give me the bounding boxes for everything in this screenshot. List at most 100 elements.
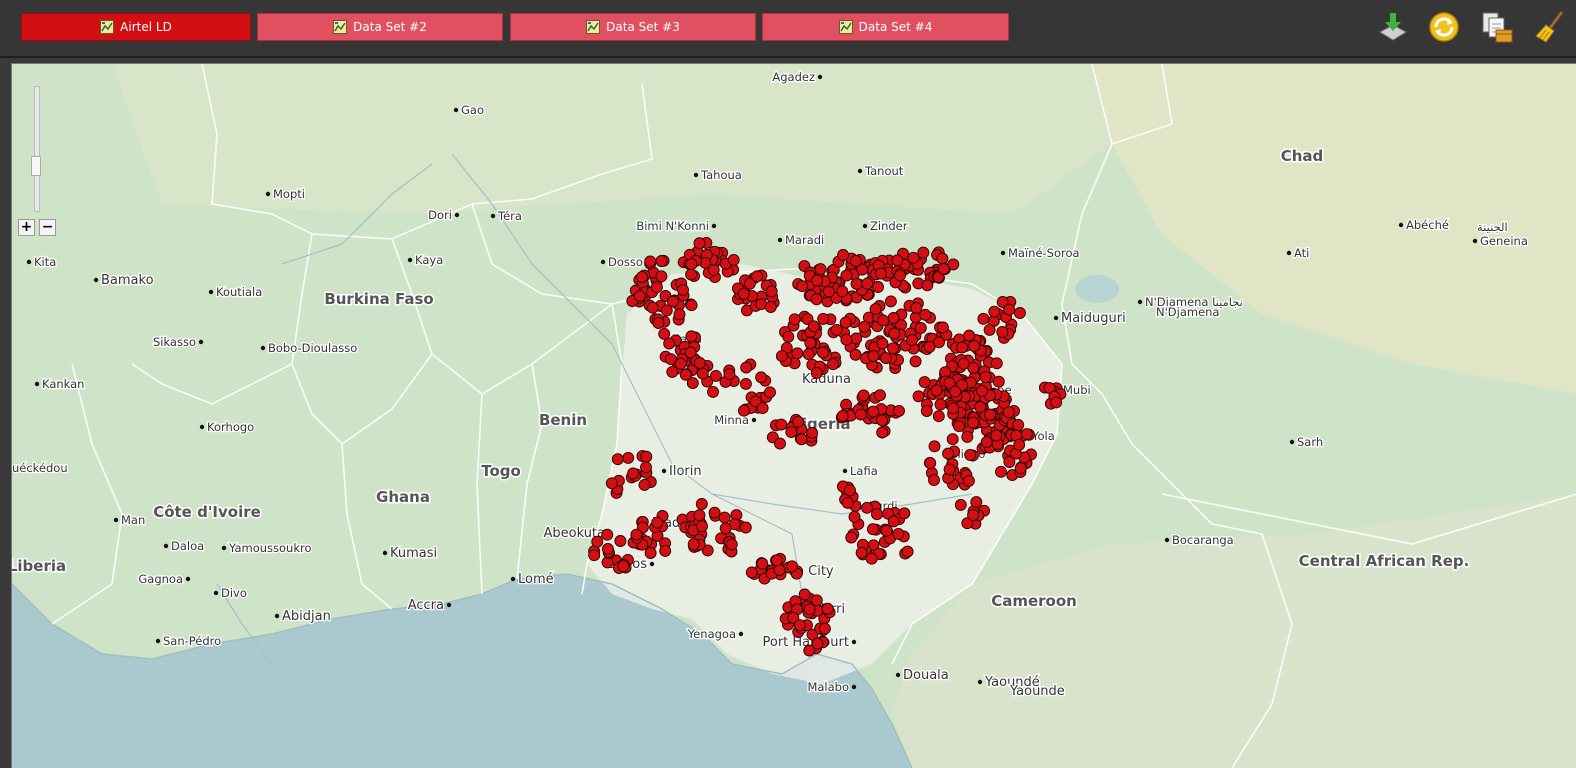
site-marker[interactable]: [861, 501, 873, 514]
site-marker[interactable]: [898, 507, 911, 520]
site-marker[interactable]: [975, 384, 988, 397]
site-marker[interactable]: [920, 405, 933, 417]
site-marker[interactable]: [655, 255, 668, 267]
site-marker[interactable]: [912, 390, 925, 403]
site-marker[interactable]: [861, 277, 874, 290]
report-icon[interactable]: [1480, 10, 1514, 44]
site-marker[interactable]: [773, 564, 786, 577]
site-marker[interactable]: [1003, 303, 1016, 316]
site-marker[interactable]: [893, 404, 905, 417]
site-marker[interactable]: [934, 398, 947, 411]
map-view[interactable]: Chad Burkina Faso Benin Togo Ghana Côte d'Ivo…: [11, 63, 1576, 768]
site-marker[interactable]: [980, 436, 993, 449]
site-marker[interactable]: [718, 511, 731, 524]
tab-data-set-4[interactable]: Data Set #4: [762, 13, 1009, 41]
site-marker[interactable]: [807, 320, 820, 333]
site-marker[interactable]: [836, 410, 849, 423]
zoom-out-button[interactable]: −: [39, 219, 56, 236]
site-marker[interactable]: [892, 527, 905, 540]
site-marker[interactable]: [751, 270, 764, 283]
site-marker[interactable]: [822, 285, 835, 298]
site-marker[interactable]: [764, 301, 777, 313]
site-marker[interactable]: [638, 478, 651, 491]
site-marker[interactable]: [953, 420, 965, 433]
site-marker[interactable]: [830, 323, 843, 336]
site-marker[interactable]: [877, 314, 890, 327]
site-marker[interactable]: [869, 303, 882, 316]
site-marker[interactable]: [1012, 419, 1025, 431]
site-marker[interactable]: [725, 538, 738, 551]
site-marker[interactable]: [685, 268, 698, 281]
site-marker[interactable]: [841, 496, 854, 509]
site-marker[interactable]: [954, 498, 967, 511]
site-marker[interactable]: [745, 566, 758, 579]
tab-airtel-ld[interactable]: Airtel LD: [21, 13, 251, 41]
site-marker[interactable]: [844, 484, 856, 497]
site-marker[interactable]: [1003, 456, 1016, 468]
site-marker[interactable]: [921, 279, 934, 292]
site-marker[interactable]: [644, 255, 657, 268]
site-marker[interactable]: [795, 433, 808, 446]
site-marker[interactable]: [685, 330, 698, 343]
broom-icon[interactable]: [1532, 10, 1566, 44]
site-marker[interactable]: [836, 285, 849, 298]
site-marker[interactable]: [658, 327, 671, 340]
site-marker[interactable]: [992, 375, 1005, 388]
site-marker[interactable]: [622, 451, 635, 464]
site-marker[interactable]: [874, 389, 886, 402]
site-marker[interactable]: [651, 516, 664, 529]
site-marker[interactable]: [857, 389, 870, 402]
site-marker[interactable]: [918, 376, 931, 389]
site-marker[interactable]: [964, 448, 977, 461]
site-marker[interactable]: [1050, 396, 1063, 409]
zoom-slider-handle[interactable]: [31, 156, 41, 176]
site-marker[interactable]: [984, 408, 997, 421]
site-marker[interactable]: [937, 263, 950, 275]
site-marker[interactable]: [880, 524, 893, 537]
site-marker[interactable]: [924, 457, 937, 470]
site-marker[interactable]: [693, 357, 706, 369]
site-marker[interactable]: [806, 426, 819, 439]
site-marker[interactable]: [696, 367, 709, 380]
site-marker[interactable]: [923, 340, 936, 353]
site-marker[interactable]: [995, 465, 1007, 478]
site-marker[interactable]: [1002, 406, 1015, 419]
site-marker[interactable]: [961, 430, 974, 443]
site-marker[interactable]: [755, 371, 768, 384]
site-marker[interactable]: [673, 308, 686, 321]
site-marker[interactable]: [785, 426, 798, 439]
site-marker[interactable]: [947, 402, 960, 415]
site-marker[interactable]: [817, 312, 830, 325]
site-marker[interactable]: [793, 619, 806, 632]
site-marker[interactable]: [709, 369, 722, 382]
site-marker[interactable]: [617, 560, 630, 573]
site-marker[interactable]: [739, 521, 752, 534]
site-marker[interactable]: [901, 545, 914, 558]
site-marker[interactable]: [771, 554, 783, 567]
site-marker[interactable]: [839, 316, 852, 329]
site-marker[interactable]: [936, 252, 949, 265]
site-marker[interactable]: [764, 386, 776, 399]
site-marker[interactable]: [605, 477, 618, 490]
site-marker[interactable]: [1014, 462, 1027, 475]
site-marker[interactable]: [614, 535, 627, 547]
site-marker[interactable]: [930, 384, 943, 397]
site-marker[interactable]: [796, 280, 809, 293]
site-marker[interactable]: [943, 463, 956, 476]
site-marker[interactable]: [977, 312, 990, 325]
site-marker[interactable]: [990, 357, 1003, 370]
site-marker[interactable]: [988, 305, 1001, 318]
site-marker[interactable]: [850, 332, 863, 345]
site-marker[interactable]: [650, 281, 663, 294]
site-marker[interactable]: [837, 249, 850, 261]
site-marker[interactable]: [946, 433, 959, 446]
site-marker[interactable]: [891, 254, 904, 267]
site-marker[interactable]: [693, 237, 706, 250]
site-marker[interactable]: [876, 414, 888, 427]
site-marker[interactable]: [887, 342, 899, 355]
site-marker[interactable]: [967, 416, 980, 429]
site-marker[interactable]: [909, 355, 922, 368]
site-marker[interactable]: [660, 304, 673, 317]
tab-data-set-3[interactable]: Data Set #3: [510, 13, 756, 41]
site-marker[interactable]: [983, 323, 996, 336]
